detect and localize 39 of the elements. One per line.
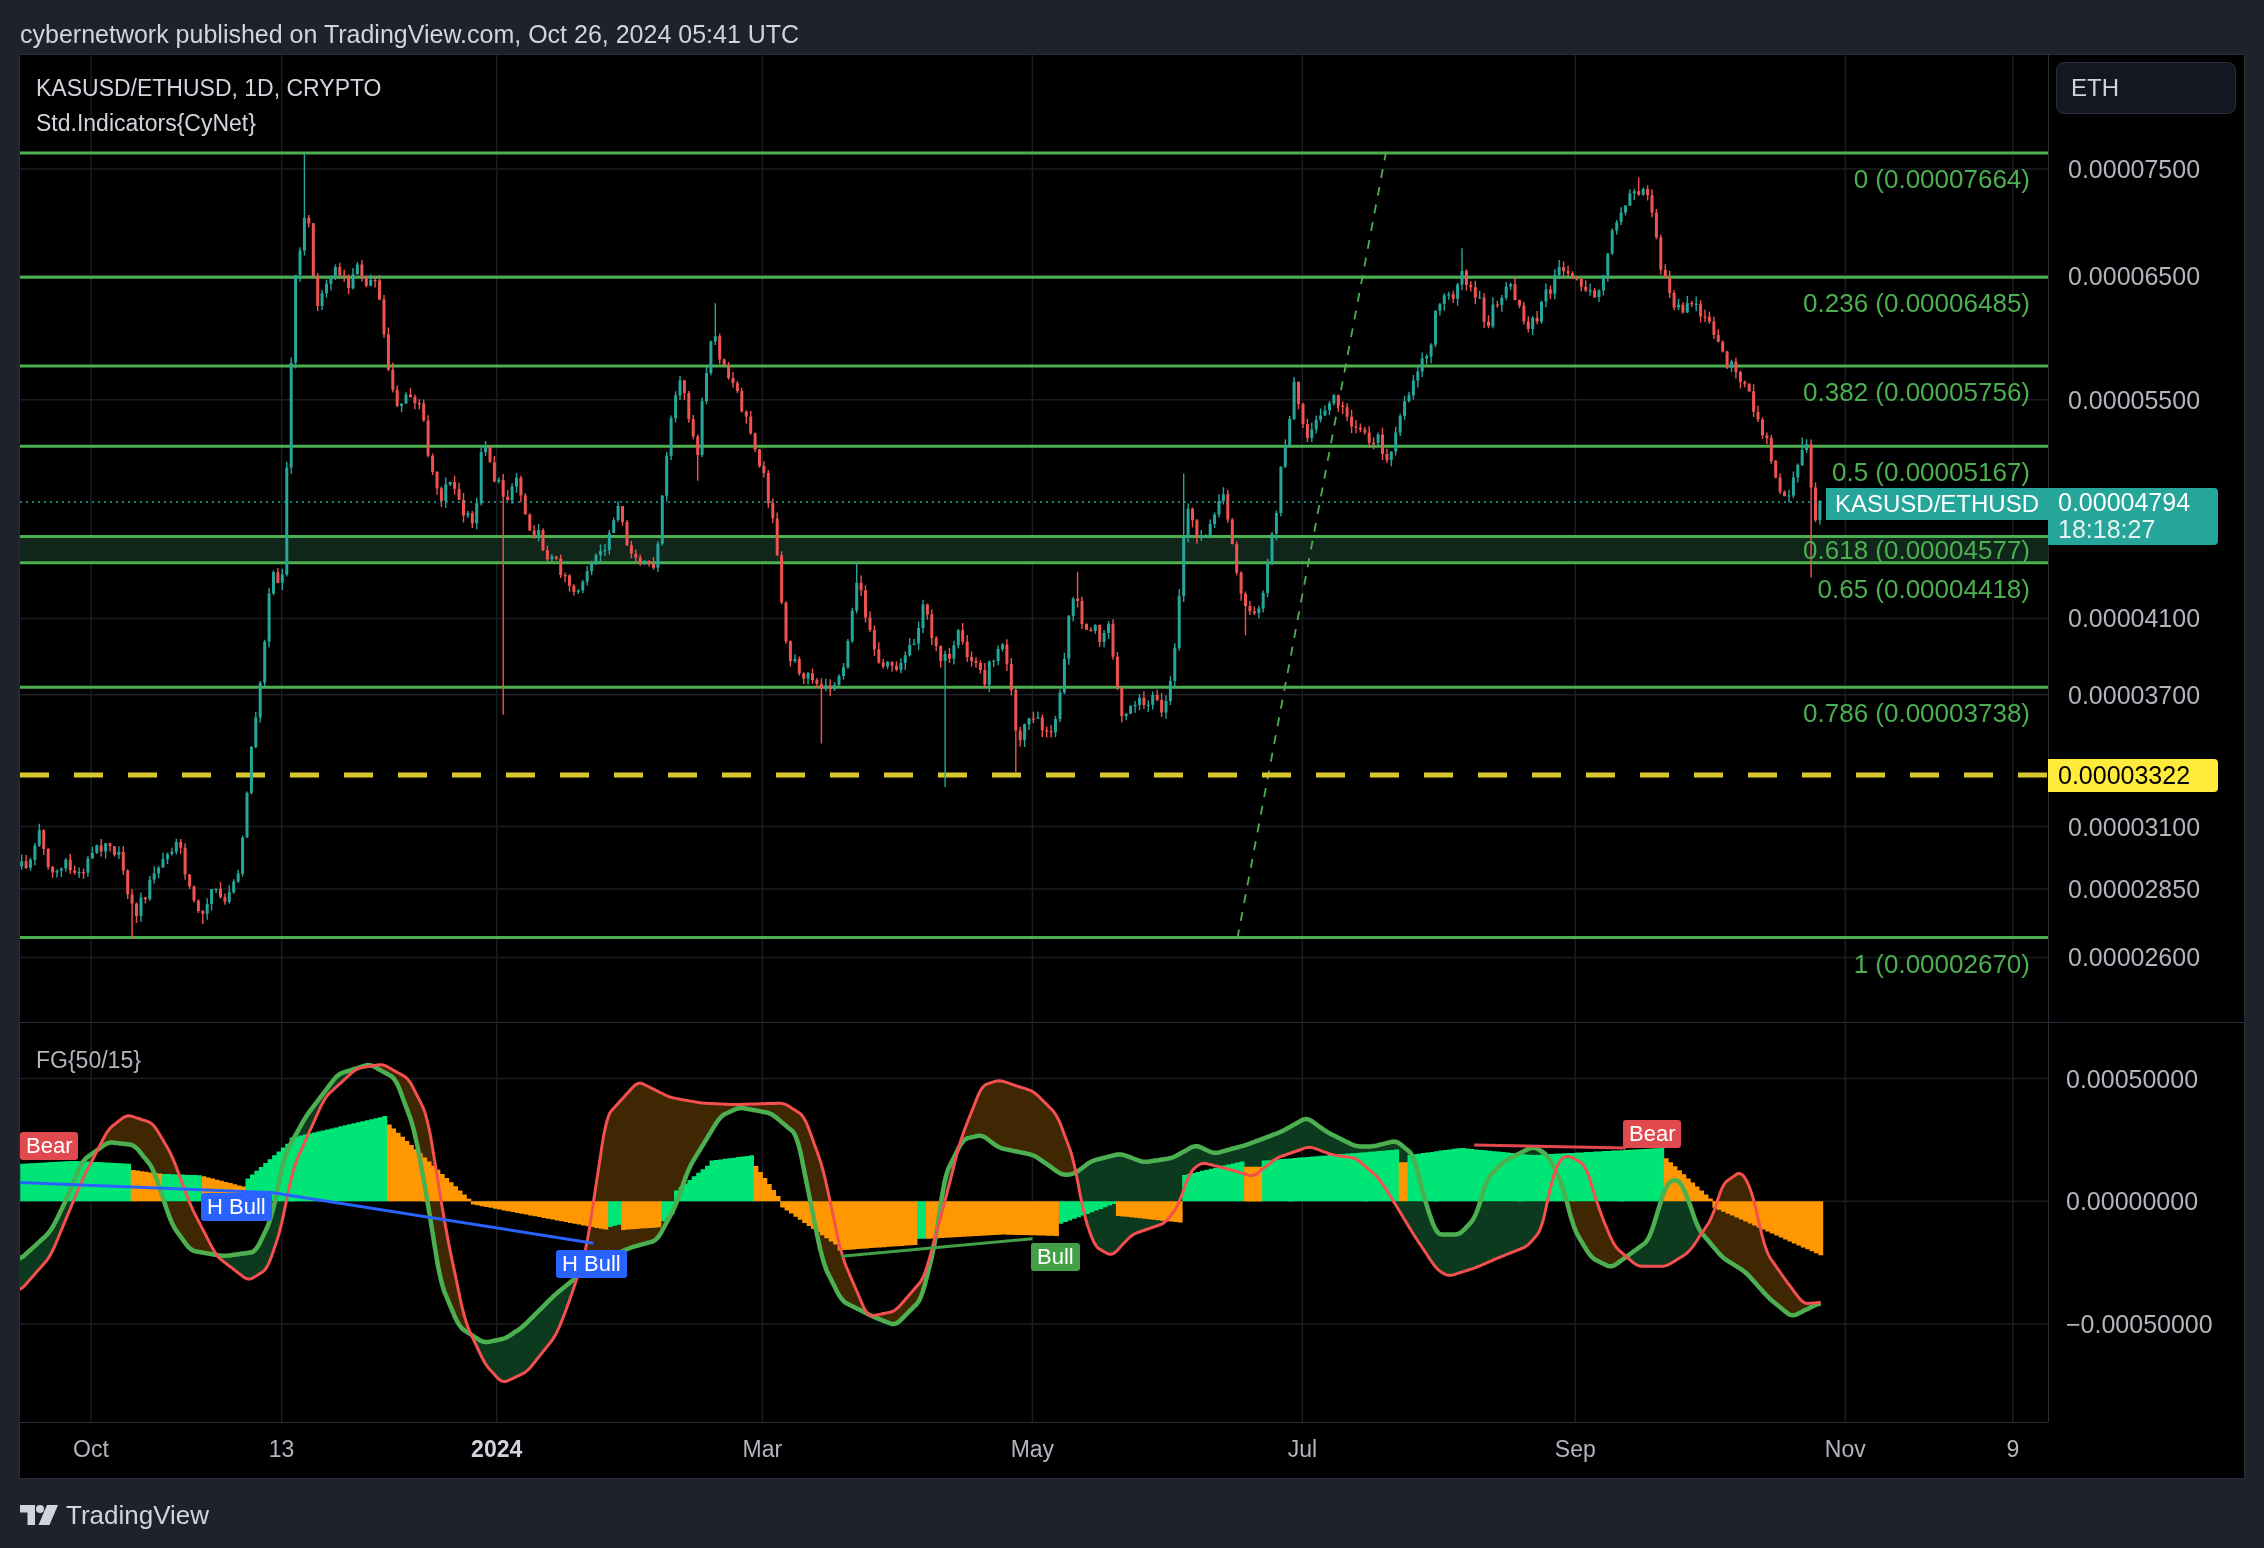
time-axis-label: Jul [1287, 1435, 1318, 1463]
hidden-bull-signal-tag: H Bull [201, 1193, 272, 1221]
time-axis-label: Sep [1554, 1435, 1596, 1463]
bull-signal-tag: Bull [1031, 1243, 1080, 1271]
fib-level-label: 0.236 (0.00006485) [1803, 292, 2030, 315]
price-axis-label: 0.00005500 [2068, 384, 2201, 415]
time-axis-label: 9 [2006, 1435, 2020, 1463]
oscillator-axis-label: 0.00050000 [2066, 1063, 2199, 1094]
symbol-title: KASUSD/ETHUSD, 1D, CRYPTO [36, 74, 382, 103]
price-axis-label: 0.00004100 [2068, 603, 2201, 634]
oscillator-axis-label: −0.00050000 [2066, 1309, 2213, 1339]
alert-price-label: 0.00003322 [2048, 759, 2218, 792]
bear-signal-tag: Bear [20, 1132, 79, 1160]
bear-signal-tag: Bear [1623, 1120, 1682, 1148]
indicator-title: FG{50/15} [36, 1046, 141, 1074]
price-axis-label: 0.00003700 [2068, 679, 2201, 710]
time-axis-label: 2024 [471, 1435, 523, 1463]
indicator-name: Std.Indicators{CyNet} [36, 109, 257, 138]
oscillator-axis-label: 0.00000000 [2066, 1186, 2199, 1217]
currency-button[interactable]: ETH [2056, 62, 2236, 114]
time-axis-label: Mar [742, 1435, 783, 1463]
hidden-bull-signal-tag: H Bull [556, 1250, 627, 1278]
bar-countdown: 18:18:27 [2058, 516, 2157, 544]
price-axis-label: 0.00003100 [2068, 811, 2201, 842]
publish-info: cybernetwork published on TradingView.com, Oct 26, 2024 05:41 UTC [20, 20, 800, 49]
price-axis-label: 0.00006500 [2068, 260, 2201, 291]
time-axis-label: May [1010, 1435, 1055, 1463]
symbol-price-tag: KASUSD/ETHUSD [1825, 488, 2048, 521]
time-axis-label: Oct [73, 1435, 109, 1463]
price-axis-label: 0.00007500 [2068, 154, 2201, 184]
price-axis-label: 0.00002850 [2068, 874, 2201, 905]
fib-level-label: 0.5 (0.00005167) [1831, 461, 2030, 484]
logo-icon [20, 1505, 58, 1525]
price-axis-label: 0.00002600 [2068, 942, 2201, 973]
time-axis-label: 13 [268, 1435, 295, 1463]
last-price-value: 0.00004794 [2058, 489, 2192, 517]
fib-level-label: 0.786 (0.00003738) [1803, 702, 2030, 725]
brand-name: TradingView [66, 1500, 210, 1530]
time-axis-label: Nov [1824, 1435, 1866, 1463]
